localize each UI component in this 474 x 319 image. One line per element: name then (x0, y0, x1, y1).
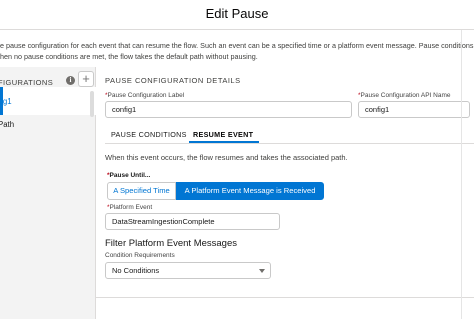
tab-pause-conditions[interactable]: PAUSE CONDITIONS (111, 130, 187, 139)
modal-title: Edit Pause (205, 6, 269, 21)
condition-requirements-label: Condition Requirements (105, 252, 175, 259)
tab-resume-event[interactable]: RESUME EVENT (193, 130, 253, 139)
platform-event-option-button[interactable]: A Platform Event Message is Received (176, 182, 324, 200)
description-line-1: e pause configuration for each event tha… (0, 41, 474, 50)
sidebar-item-config1[interactable]: fig1 (0, 87, 96, 115)
modal-header: Edit Pause (0, 0, 474, 30)
sidebar-item-label: fig1 (0, 97, 12, 106)
chevron-down-icon (259, 269, 265, 273)
sidebar-item-default-path[interactable]: Path (0, 115, 96, 135)
api-name-field-text: Pause Configuration API Name (360, 92, 451, 99)
condition-requirements-select[interactable]: No Conditions (105, 262, 271, 279)
api-name-input[interactable]: config1 (358, 101, 470, 118)
label-input[interactable]: config1 (105, 101, 352, 118)
panel-edge (461, 30, 462, 319)
pause-until-label: *Pause Until... (107, 172, 150, 179)
platform-event-label: *Platform Event (107, 204, 152, 211)
sidebar-scrollbar[interactable] (90, 91, 94, 117)
pause-configurations-sidebar: FIGURATIONS i + fig1 Path (0, 67, 96, 319)
api-name-field-label: *Pause Configuration API Name (358, 92, 451, 99)
description-line-2: hen no pause conditions are met, the flo… (0, 52, 258, 61)
platform-event-input[interactable]: DataStreamIngestionComplete (105, 213, 280, 230)
resume-event-help-text: When this event occurs, the flow resumes… (105, 153, 348, 162)
label-field-label: *Pause Configuration Label (105, 92, 184, 99)
add-configuration-button[interactable]: + (78, 71, 94, 87)
filter-heading: Filter Platform Event Messages (105, 238, 237, 249)
active-tab-indicator (189, 141, 259, 143)
configuration-details-panel: PAUSE CONFIGURATION DETAILS *Pause Confi… (96, 67, 474, 319)
tab-bar: PAUSE CONDITIONS RESUME EVENT (105, 127, 474, 144)
specified-time-option-button[interactable]: A Specified Time (107, 182, 176, 200)
label-field-text: Pause Configuration Label (107, 92, 185, 99)
content-divider (96, 297, 474, 298)
pause-until-text: Pause Until... (109, 172, 151, 179)
section-heading: PAUSE CONFIGURATION DETAILS (105, 76, 241, 85)
condition-requirements-value: No Conditions (112, 266, 160, 275)
info-icon[interactable]: i (66, 76, 75, 85)
edit-pause-modal: Edit Pause e pause configuration for eac… (0, 0, 474, 319)
platform-event-text: Platform Event (109, 204, 153, 211)
sidebar-heading: FIGURATIONS (0, 78, 54, 87)
sidebar-item-label: Path (0, 120, 15, 129)
modal-description: e pause configuration for each event tha… (0, 40, 474, 62)
